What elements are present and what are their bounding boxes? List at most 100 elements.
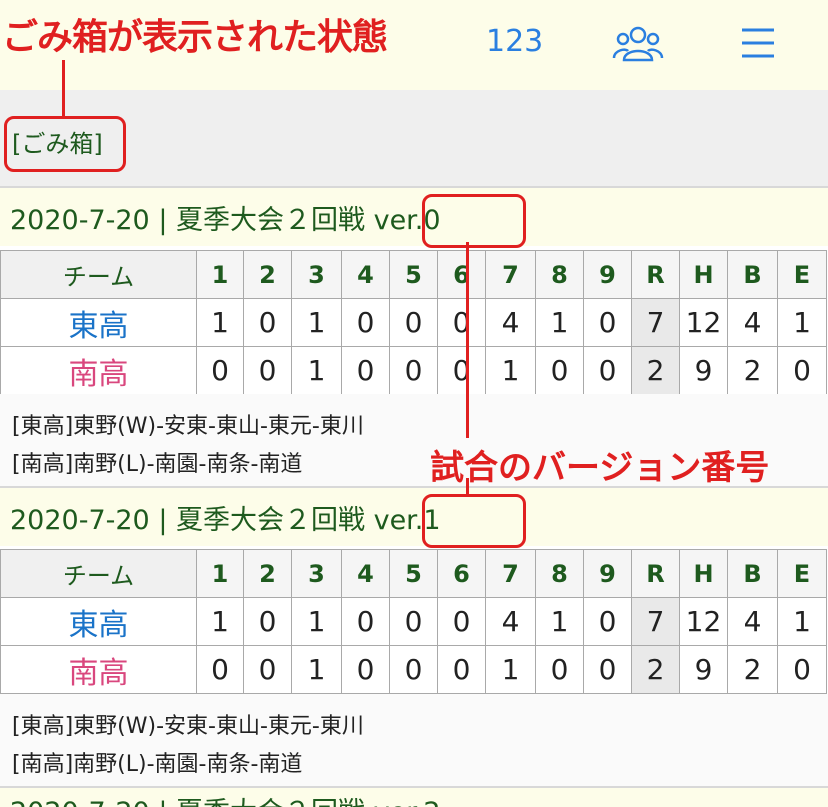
runs-cell: 2	[631, 346, 680, 395]
count-link[interactable]: 123	[486, 24, 543, 59]
score-cell: 0	[389, 346, 438, 395]
team-name: 東高	[0, 298, 197, 347]
team-name: 南高	[0, 645, 197, 694]
score-cell: 1	[291, 346, 342, 395]
score-cell: 1	[535, 298, 584, 347]
game-tournament: 夏季大会２回戦	[176, 505, 365, 536]
column-header: H	[679, 250, 728, 299]
column-header: 8	[535, 250, 584, 299]
column-header: B	[727, 250, 778, 299]
hits-cell: 12	[679, 597, 728, 646]
score-cell: 4	[485, 298, 536, 347]
errors-cell: 1	[777, 298, 827, 347]
score-cell: 0	[341, 645, 390, 694]
team-row: 南高 0 0 1 0 0 0 1 0 0 2 9 2 0	[0, 645, 827, 694]
walks-cell: 4	[727, 298, 778, 347]
hits-cell: 9	[679, 346, 728, 395]
score-cell: 1	[485, 645, 536, 694]
annotation-box-trash	[4, 116, 126, 172]
column-header: E	[777, 549, 827, 598]
errors-cell: 0	[777, 346, 827, 395]
column-header: 3	[291, 250, 342, 299]
column-header: 8	[535, 549, 584, 598]
game-date: 2020-7-20	[10, 205, 150, 236]
game-title: 2020-7-20 | 夏季大会２回戦 ver.0	[10, 205, 441, 236]
score-cell: 0	[243, 645, 292, 694]
menu-icon[interactable]	[740, 22, 776, 62]
score-cell: 0	[341, 597, 390, 646]
column-header: H	[679, 549, 728, 598]
pitcher-line: [東高]東野(W)-安東-東山-東元-東川	[12, 414, 364, 439]
score-cell: 4	[485, 597, 536, 646]
hits-cell: 9	[679, 645, 728, 694]
score-cell: 0	[437, 645, 486, 694]
column-header: 7	[485, 250, 536, 299]
score-cell: 0	[583, 298, 632, 347]
score-cell: 0	[389, 645, 438, 694]
score-cell: 0	[437, 346, 486, 395]
score-cell: 1	[196, 298, 244, 347]
score-cell: 1	[291, 597, 342, 646]
annotation-version-label: 試合のバージョン番号	[430, 448, 770, 488]
score-cell: 1	[196, 597, 244, 646]
column-header: 4	[341, 250, 390, 299]
scoreboard: チーム 1 2 3 4 5 6 7 8 9 R H B E 東高 1 0 1 0…	[0, 549, 827, 694]
pitcher-line: [東高]東野(W)-安東-東山-東元-東川	[12, 714, 364, 739]
users-icon[interactable]	[612, 22, 664, 66]
column-header: 9	[583, 250, 632, 299]
column-header: 5	[389, 250, 438, 299]
game-tournament: 夏季大会２回戦	[176, 205, 365, 236]
column-header: 4	[341, 549, 390, 598]
column-header: チーム	[0, 549, 197, 598]
score-cell: 1	[291, 645, 342, 694]
score-cell: 0	[389, 298, 438, 347]
pitcher-line: [南高]南野(L)-南園-南条-南道	[12, 752, 303, 777]
hits-cell: 12	[679, 298, 728, 347]
score-cell: 0	[437, 597, 486, 646]
next-game-title: 2020-7-20 | 夏季大会２回戦 ver.2	[10, 790, 441, 807]
team-name: 南高	[0, 346, 197, 395]
walks-cell: 2	[727, 645, 778, 694]
column-header: B	[727, 549, 778, 598]
column-header: 5	[389, 549, 438, 598]
score-cell: 0	[243, 298, 292, 347]
scoreboard-header-row: チーム 1 2 3 4 5 6 7 8 9 R H B E	[0, 250, 827, 299]
team-row: 東高 1 0 1 0 0 0 4 1 0 7 12 4 1	[0, 597, 827, 646]
next-game-header[interactable]: 2020-7-20 | 夏季大会２回戦 ver.2	[0, 786, 828, 807]
column-header: 6	[437, 250, 486, 299]
game-title: 2020-7-20 | 夏季大会２回戦 ver.1	[10, 505, 441, 536]
column-header: 6	[437, 549, 486, 598]
team-row: 東高 1 0 1 0 0 0 4 1 0 7 12 4 1	[0, 298, 827, 347]
walks-cell: 2	[727, 346, 778, 395]
game-date: 2020-7-20	[10, 505, 150, 536]
pitcher-list: [東高]東野(W)-安東-東山-東元-東川 [南高]南野(L)-南園-南条-南道	[0, 694, 828, 786]
scoreboard: チーム 1 2 3 4 5 6 7 8 9 R H B E 東高 1 0 1 0…	[0, 250, 827, 395]
runs-cell: 2	[631, 645, 680, 694]
score-cell: 0	[196, 346, 244, 395]
runs-cell: 7	[631, 597, 680, 646]
column-header: 2	[243, 250, 292, 299]
column-header: 7	[485, 549, 536, 598]
score-cell: 0	[583, 645, 632, 694]
score-cell: 0	[196, 645, 244, 694]
walks-cell: 4	[727, 597, 778, 646]
annotation-box-version-0	[422, 194, 526, 248]
column-header: 3	[291, 549, 342, 598]
column-header: 1	[196, 549, 244, 598]
annotation-line	[466, 242, 469, 438]
column-header: チーム	[0, 250, 197, 299]
errors-cell: 0	[777, 645, 827, 694]
game-header[interactable]: 2020-7-20 | 夏季大会２回戦 ver.0	[0, 186, 828, 246]
score-cell: 0	[243, 346, 292, 395]
scoreboard-header-row: チーム 1 2 3 4 5 6 7 8 9 R H B E	[0, 549, 827, 598]
annotation-box-version-1	[422, 494, 526, 548]
score-cell: 0	[583, 597, 632, 646]
score-cell: 0	[535, 645, 584, 694]
column-header: R	[631, 250, 680, 299]
app-header: ごみ箱が表示された状態 123	[0, 0, 828, 90]
score-cell: 0	[535, 346, 584, 395]
game-header[interactable]: 2020-7-20 | 夏季大会２回戦 ver.1	[0, 486, 828, 546]
annotation-trash-state: ごみ箱が表示された状態	[2, 17, 388, 58]
runs-cell: 7	[631, 298, 680, 347]
score-cell: 0	[583, 346, 632, 395]
